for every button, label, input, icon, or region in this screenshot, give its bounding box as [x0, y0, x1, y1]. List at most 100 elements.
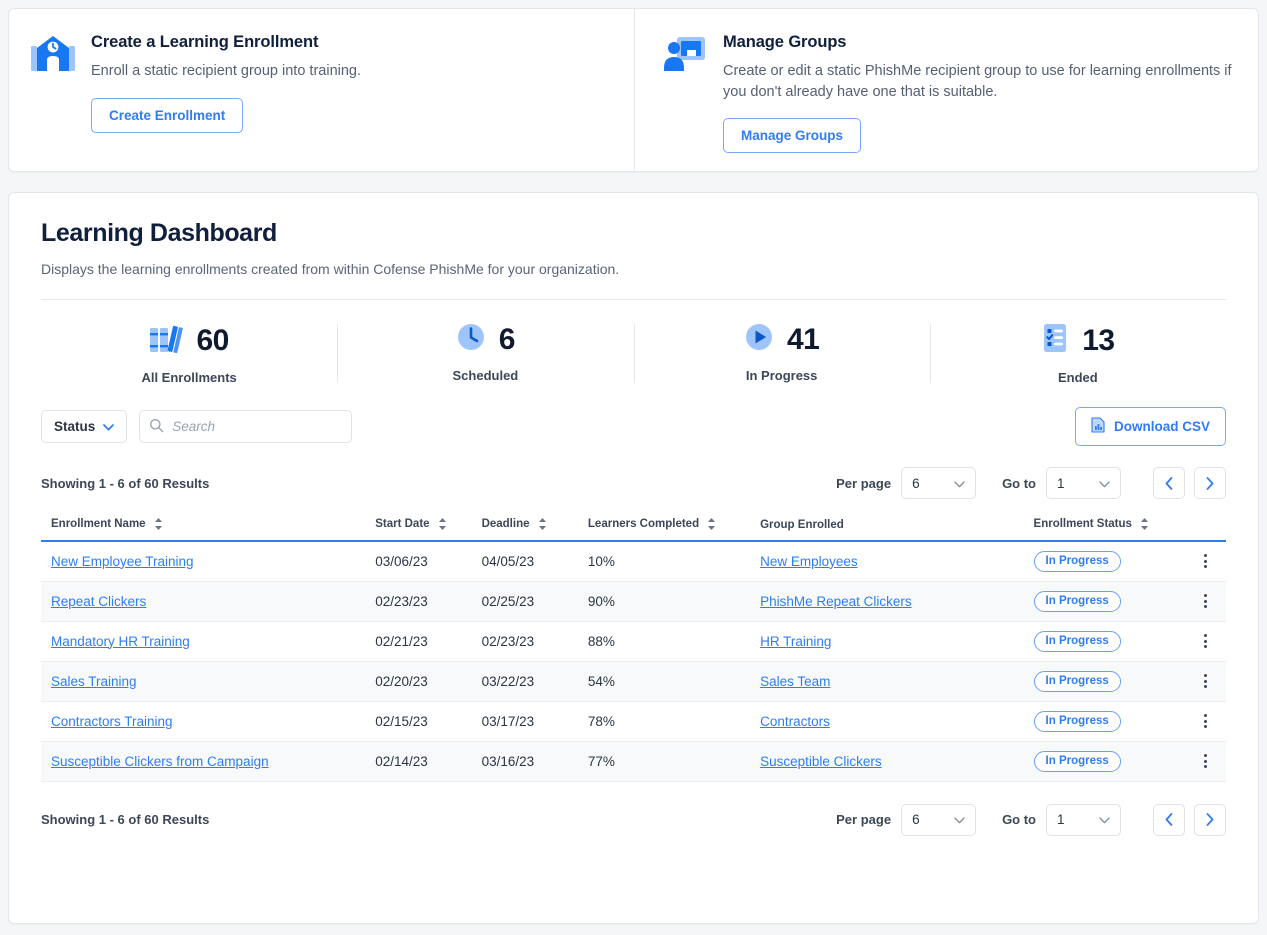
group-enrolled-link[interactable]: Contractors	[760, 714, 830, 729]
stat-value: 60	[196, 323, 229, 357]
prev-page-button[interactable]	[1153, 467, 1185, 499]
column-header-enrollment-name[interactable]: Enrollment Name	[41, 517, 376, 542]
create-enrollment-button[interactable]: Create Enrollment	[91, 97, 244, 133]
table-head: Enrollment Name Start Date Deadline Lear…	[41, 517, 1226, 542]
cell-enrollment-name: Contractors Training	[41, 701, 376, 742]
group-enrolled-link[interactable]: PhishMe Repeat Clickers	[760, 594, 912, 609]
row-menu-icon[interactable]	[1185, 714, 1226, 728]
cell-deadline: 03/22/23	[481, 661, 588, 702]
per-page-value: 6	[912, 812, 920, 827]
row-menu-icon[interactable]	[1185, 674, 1226, 688]
enrollment-name-link[interactable]: Susceptible Clickers from Campaign	[51, 754, 269, 769]
cell-enrollment-status: In Progress	[1033, 741, 1186, 782]
cell-actions	[1185, 661, 1226, 702]
status-badge: In Progress	[1033, 550, 1121, 572]
chevron-left-icon	[1165, 476, 1173, 490]
group-enrolled-link[interactable]: Susceptible Clickers	[760, 754, 882, 769]
sort-icon	[438, 518, 446, 530]
cell-start-date: 03/06/23	[375, 541, 482, 582]
cell-start-date: 02/14/23	[375, 741, 482, 782]
search-input[interactable]	[139, 410, 353, 443]
goto-page-select[interactable]: 1	[1046, 467, 1121, 499]
cell-start-date: 02/20/23	[375, 661, 482, 702]
chevron-down-icon	[1099, 812, 1110, 827]
cell-group-enrolled: New Employees	[760, 541, 1034, 582]
group-enrolled-link[interactable]: New Employees	[760, 554, 858, 569]
cell-enrollment-name: Susceptible Clickers from Campaign	[41, 741, 376, 782]
enrollment-name-link[interactable]: Mandatory HR Training	[51, 634, 190, 649]
cell-actions	[1185, 621, 1226, 662]
promo-title: Manage Groups	[723, 33, 847, 51]
cell-deadline: 03/17/23	[481, 701, 588, 742]
row-menu-icon[interactable]	[1185, 594, 1226, 608]
group-enrolled-link[interactable]: Sales Team	[760, 674, 830, 689]
results-count: Showing 1 - 6 of 60 Results	[41, 812, 210, 827]
promo-description: Enroll a static recipient group into tra…	[91, 63, 362, 79]
per-page-label: Per page	[836, 475, 892, 491]
chevron-right-icon	[1206, 813, 1214, 826]
column-header-start-date[interactable]: Start Date	[375, 517, 482, 542]
stat-label: Ended	[1058, 370, 1098, 385]
status-badge: In Progress	[1033, 630, 1121, 652]
cell-deadline: 02/23/23	[481, 621, 588, 662]
page-subtitle: Displays the learning enrollments create…	[41, 261, 620, 277]
row-menu-icon[interactable]	[1185, 634, 1226, 648]
per-page-label: Per page	[836, 812, 892, 827]
page-title: Learning Dashboard	[41, 219, 277, 247]
promo-description: Create or edit a static PhishMe recipien…	[723, 63, 1232, 100]
download-csv-button[interactable]: Download CSV	[1074, 407, 1226, 446]
cell-group-enrolled: HR Training	[760, 621, 1034, 662]
row-menu-icon[interactable]	[1185, 554, 1226, 569]
results-count: Showing 1 - 6 of 60 Results	[41, 475, 210, 491]
search-field[interactable]	[139, 410, 353, 443]
column-header-group-enrolled: Group Enrolled	[760, 517, 1034, 542]
next-page-button[interactable]	[1194, 467, 1226, 499]
table-row: Sales Training 02/20/23 03/22/23 54% Sales T…	[41, 661, 1226, 702]
cell-deadline: 03/16/23	[481, 741, 588, 782]
column-header-enrollment-status[interactable]: Enrollment Status	[1033, 517, 1186, 542]
stats-row: 60 All Enrollments 6 Scheduled 41 In Pro…	[41, 300, 1226, 397]
chevron-down-icon	[954, 476, 965, 491]
pager-arrows	[1153, 467, 1226, 499]
enrollment-name-link[interactable]: Repeat Clickers	[51, 594, 146, 609]
per-page-select[interactable]: 6	[901, 467, 977, 499]
stat-label: In Progress	[745, 368, 818, 383]
cell-enrollment-status: In Progress	[1033, 621, 1186, 662]
promo-title: Create a Learning Enrollment	[91, 33, 319, 51]
prev-page-button[interactable]	[1153, 803, 1185, 836]
cell-learners-completed: 10%	[587, 541, 761, 582]
cell-enrollment-name: New Employee Training	[41, 541, 376, 582]
goto-page-select[interactable]: 1	[1046, 803, 1121, 836]
stat-in-progress: 41 In Progress	[633, 322, 930, 385]
enrollment-name-link[interactable]: Sales Training	[51, 674, 137, 689]
manage-groups-button[interactable]: Manage Groups	[723, 118, 862, 154]
enrollment-name-link[interactable]: Contractors Training	[51, 714, 173, 729]
column-header-deadline[interactable]: Deadline	[481, 517, 588, 542]
cell-start-date: 02/23/23	[375, 581, 482, 622]
group-enrolled-link[interactable]: HR Training	[760, 634, 831, 649]
stat-value: 13	[1082, 323, 1115, 357]
pagination-bottom: Showing 1 - 6 of 60 Results Per page 6 G…	[41, 782, 1226, 836]
cell-enrollment-status: In Progress	[1033, 701, 1186, 742]
row-menu-icon[interactable]	[1185, 754, 1226, 768]
cell-actions	[1185, 741, 1226, 782]
cell-enrollment-name: Repeat Clickers	[41, 581, 376, 622]
sort-icon	[1140, 518, 1148, 530]
column-label: Enrollment Status	[1033, 518, 1132, 530]
column-label: Group Enrolled	[760, 519, 844, 531]
status-badge: In Progress	[1033, 710, 1121, 732]
per-page-select[interactable]: 6	[901, 803, 977, 836]
sort-icon	[538, 518, 546, 530]
enrollment-name-link[interactable]: New Employee Training	[51, 554, 194, 569]
chevron-down-icon	[1099, 476, 1110, 491]
cell-group-enrolled: PhishMe Repeat Clickers	[760, 581, 1034, 622]
per-page-value: 6	[912, 475, 920, 491]
download-csv-label: Download CSV	[1113, 419, 1210, 434]
table-body: New Employee Training 03/06/23 04/05/23 10%…	[41, 541, 1226, 782]
cell-group-enrolled: Sales Team	[760, 661, 1034, 702]
table-row: Contractors Training 02/15/23 03/17/23 78% C…	[41, 701, 1226, 742]
column-header-learners-completed[interactable]: Learners Completed	[587, 517, 761, 542]
stat-label: Scheduled	[452, 368, 519, 383]
status-filter-dropdown[interactable]: Status	[41, 410, 128, 443]
next-page-button[interactable]	[1194, 803, 1226, 836]
